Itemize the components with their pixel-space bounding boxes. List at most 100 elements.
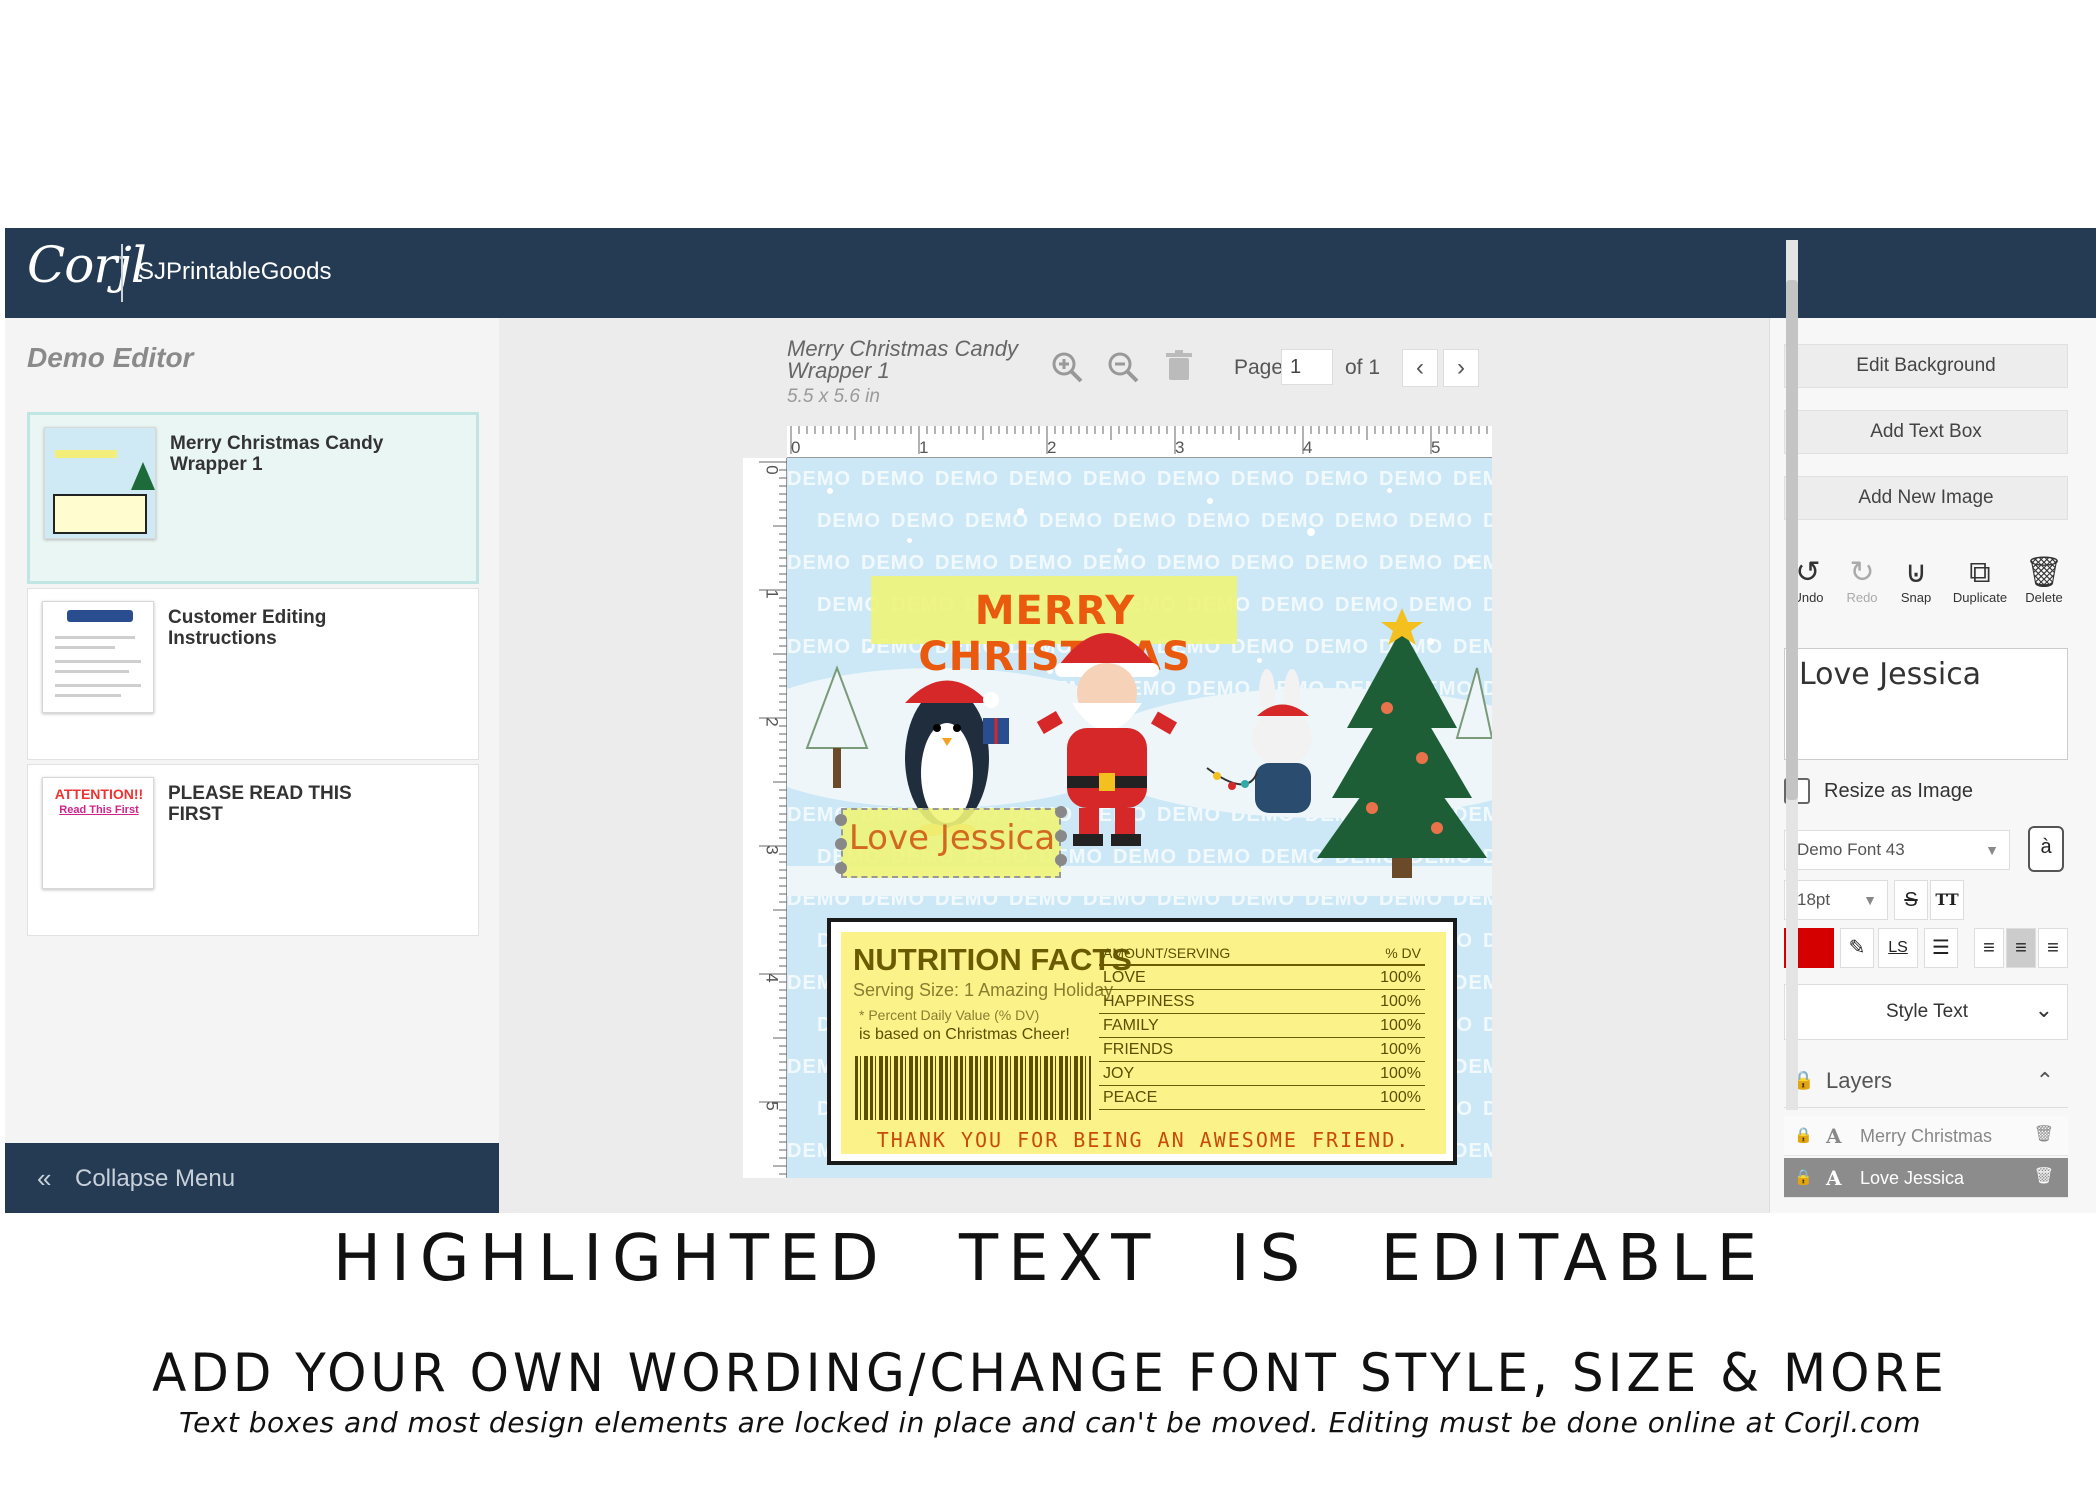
logo-divider — [121, 244, 123, 302]
line-height-button[interactable]: ☰ — [1924, 928, 1958, 968]
style-text-dropdown[interactable]: Style Text ⌄ — [1784, 984, 2068, 1040]
resize-as-image-label: Resize as Image — [1824, 780, 1973, 802]
collapse-menu-button[interactable]: « Collapse Menu — [5, 1143, 499, 1213]
zoom-in-icon[interactable] — [1047, 350, 1087, 390]
add-text-box-button[interactable]: Add Text Box — [1784, 410, 2068, 454]
ruler-tick-label: 0 — [762, 465, 782, 475]
left-panel: Demo Editor Merry Christmas Candy Wrappe… — [5, 318, 499, 1213]
layer-item[interactable]: 🔒 A Merry Christmas 🗑 — [1784, 1116, 2068, 1156]
page-name: Customer Editing Instructions — [168, 607, 327, 649]
caption-subheadline: ADD YOUR OWN WORDING/CHANGE FONT STYLE, … — [152, 1342, 1948, 1404]
zoom-out-icon[interactable] — [1103, 350, 1143, 390]
vertical-ruler: 0 1 2 3 4 5 — [743, 458, 787, 1178]
corjl-logo[interactable]: Corjl — [27, 236, 147, 294]
layer-item[interactable]: 🔒 A Love Jessica 🗑 — [1784, 1158, 2068, 1198]
style-text-label: Style Text — [1885, 1001, 1969, 1022]
resize-handle[interactable] — [1055, 854, 1067, 866]
delete-button[interactable]: 🗑 Delete — [2014, 556, 2074, 605]
demo-watermark: DEMO — [1453, 972, 1492, 994]
trash-icon[interactable]: 🗑 — [2034, 1166, 2054, 1186]
edit-background-button[interactable]: Edit Background — [1784, 344, 2068, 388]
row-label: HAPPINESS — [1103, 993, 1195, 1010]
demo-watermark: DEMO — [1483, 1014, 1492, 1036]
redo-button[interactable]: ↻ Redo — [1832, 556, 1892, 605]
page-thumbnail — [44, 427, 156, 539]
demo-watermark: DEMO — [1157, 468, 1221, 490]
resize-handle[interactable] — [835, 838, 847, 850]
strikethrough-button[interactable]: S — [1894, 880, 1928, 920]
header-amount: AMOUNT/SERVING — [1103, 945, 1231, 961]
align-right-button[interactable]: ≡ — [2038, 928, 2068, 968]
next-page-button[interactable]: › — [1443, 349, 1479, 387]
page-card-candy-wrapper[interactable]: Merry Christmas Candy Wrapper 1 — [27, 412, 479, 584]
trash-icon[interactable]: 🗑 — [2034, 1124, 2054, 1144]
page-thumbnail: ATTENTION!! Read This First — [42, 777, 154, 889]
layers-header[interactable]: 🔒 Layers ⌃ — [1784, 1056, 2068, 1108]
text-layer-icon: A — [1826, 1166, 1842, 1190]
add-new-image-button[interactable]: Add New Image — [1784, 476, 2068, 520]
resize-handle[interactable] — [835, 862, 847, 874]
align-center-icon: ≡ — [2015, 937, 2027, 959]
snap-button[interactable]: ⊍ Snap — [1886, 556, 1946, 605]
resize-handle[interactable] — [1055, 830, 1067, 842]
page-name: PLEASE READ THIS FIRST — [168, 783, 352, 825]
row-label: PEACE — [1103, 1089, 1158, 1106]
page-card-read-first[interactable]: ATTENTION!! Read This First PLEASE READ … — [27, 764, 479, 936]
lock-icon[interactable]: 🔒 — [1794, 1126, 1813, 1144]
demo-watermark: DEMO — [1409, 510, 1473, 532]
redo-icon: ↻ — [1849, 556, 1875, 589]
layers-title: Layers — [1826, 1068, 1893, 1093]
lock-icon[interactable]: 🔒 — [1794, 1168, 1813, 1186]
page-name: Merry Christmas Candy Wrapper 1 — [170, 433, 384, 475]
text-content-input[interactable]: Love Jessica — [1784, 648, 2068, 760]
font-size-select[interactable]: 18pt ▼ — [1784, 880, 1888, 920]
demo-watermark: DEMO — [1305, 468, 1369, 490]
double-chevron-left-icon: « — [37, 1163, 52, 1193]
trash-icon[interactable] — [1159, 350, 1199, 390]
demo-watermark: DEMO — [1009, 552, 1073, 574]
align-center-button[interactable]: ≡ — [2006, 928, 2036, 968]
eyedropper-button[interactable]: ✎ — [1840, 928, 1874, 968]
scrollbar-thumb[interactable] — [1786, 280, 1798, 800]
resize-handle[interactable] — [1055, 806, 1067, 818]
caption-headline: HIGHLIGHTED TEXT IS EDITABLE — [332, 1222, 1768, 1296]
page-card-instructions[interactable]: Customer Editing Instructions — [27, 588, 479, 760]
chevron-down-icon: ⌄ — [2034, 997, 2053, 1022]
text-layer-icon: A — [1826, 1124, 1842, 1148]
demo-watermark: DEMO — [861, 468, 925, 490]
nutrition-table: AMOUNT/SERVING % DV LOVE 100% HAPPINESS 10… — [1099, 942, 1425, 1110]
nutrition-highlight[interactable]: NUTRITION FACTS Serving Size: 1 Amazing … — [841, 932, 1446, 1154]
align-left-button[interactable]: ≡ — [1974, 928, 2004, 968]
demo-watermark: DEMO — [1453, 1056, 1492, 1078]
chevron-up-icon: ⌃ — [2035, 1068, 2054, 1093]
prev-page-button[interactable]: ‹ — [1402, 349, 1438, 387]
font-family-value: Demo Font 43 — [1797, 840, 1905, 859]
font-preview-icon[interactable]: à — [2028, 826, 2064, 872]
ruler-tick-label: 1 — [762, 589, 782, 599]
demo-watermark: DEMO — [1335, 510, 1399, 532]
letter-spacing-button[interactable]: LS — [1878, 928, 1918, 968]
chevron-right-icon: › — [1457, 354, 1465, 381]
scrollbar[interactable] — [1786, 240, 1798, 1110]
duplicate-button[interactable]: ⧉ Duplicate — [1950, 556, 2010, 605]
snowflake — [1207, 498, 1213, 504]
page-count: of 1 — [1345, 356, 1381, 379]
demo-watermark: DEMO — [1453, 468, 1492, 490]
resize-handle[interactable] — [835, 814, 847, 826]
canvas-area: Merry Christmas Candy Wrapper 1 5.5 x 5.… — [499, 318, 1769, 1213]
magnet-icon: ⊍ — [1905, 556, 1927, 589]
demo-watermark: DEMO — [1453, 1140, 1492, 1162]
love-jessica-text[interactable]: Love Jessica — [847, 818, 1057, 858]
row-label: FRIENDS — [1103, 1041, 1174, 1058]
eyedropper-icon: ✎ — [1848, 937, 1866, 959]
thank-you-text[interactable]: THANK YOU FOR BEING AN AWESOME FRIEND. — [841, 1128, 1446, 1152]
design-canvas[interactable]: DEMO DEMO DEMO DEMO DEMO DEMO DEMO DEMO DEMO DEMO… — [787, 458, 1492, 1178]
nutrition-facts-box: NUTRITION FACTS Serving Size: 1 Amazing … — [827, 918, 1457, 1165]
ruler-tick-label: 5 — [762, 1101, 782, 1111]
right-panel: Edit Background Add Text Box Add New Ima… — [1769, 318, 2096, 1213]
row-value: 100% — [1380, 1017, 1421, 1034]
demo-watermark: DEMO — [1157, 552, 1221, 574]
font-family-select[interactable]: Demo Font 43 ▼ — [1784, 830, 2010, 870]
text-transform-button[interactable]: TT — [1930, 880, 1964, 920]
page-number-input[interactable]: 1 — [1281, 349, 1333, 385]
